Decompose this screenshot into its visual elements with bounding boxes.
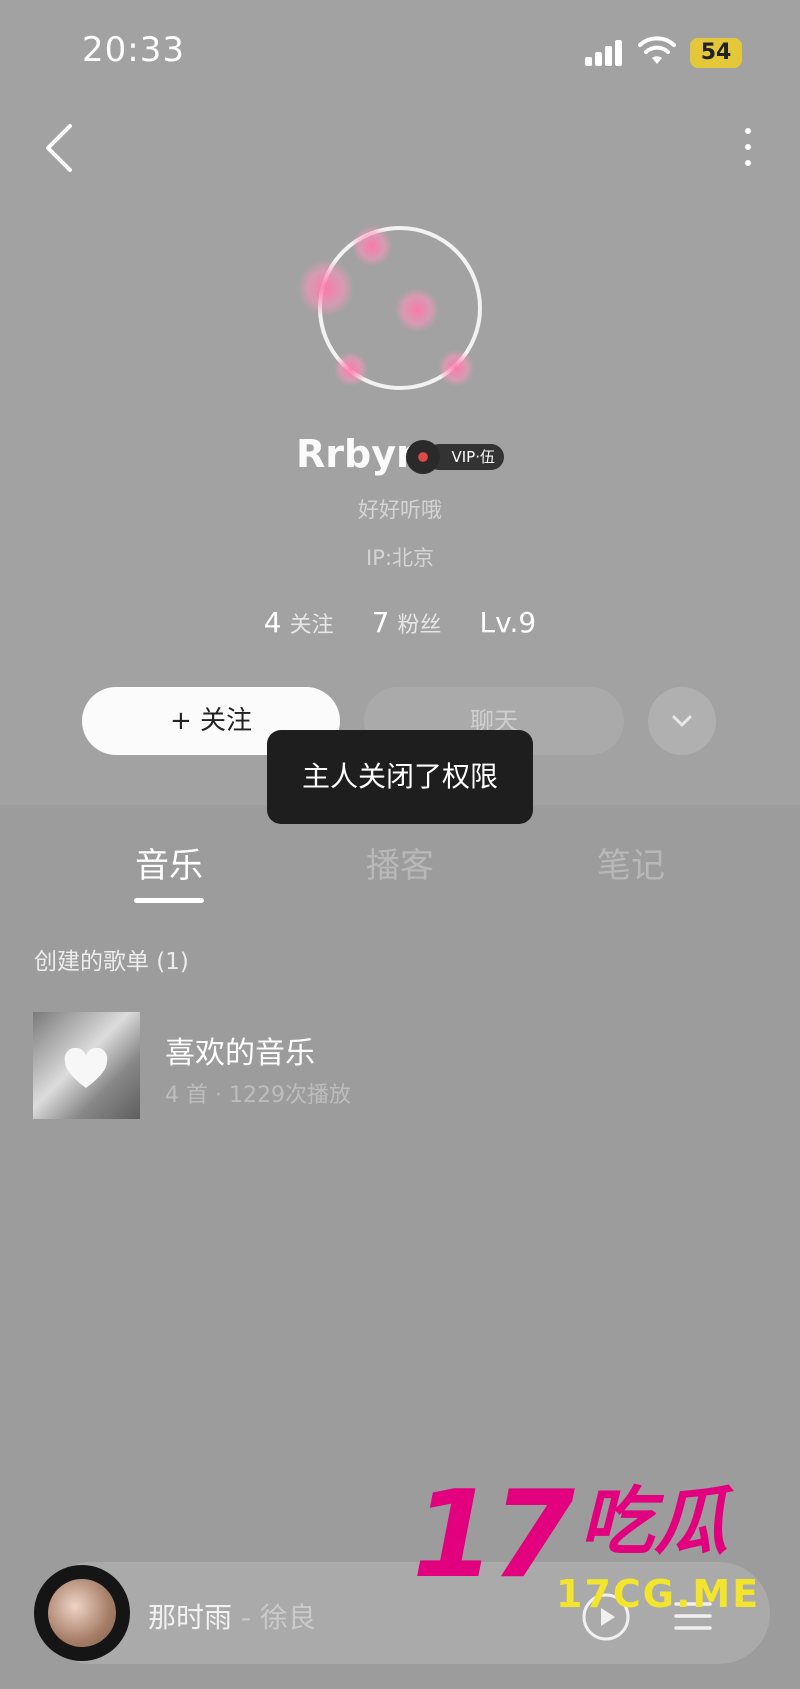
- signal-icon: [585, 40, 627, 66]
- tab-notes[interactable]: 笔记: [571, 838, 691, 887]
- ip-location: IP:北京: [366, 546, 434, 570]
- expand-button[interactable]: [648, 687, 716, 755]
- status-time: 20:33: [82, 30, 185, 70]
- heart-icon: [64, 1048, 108, 1088]
- following-label: 关注: [289, 613, 334, 638]
- heart-decoration: [298, 260, 354, 316]
- playlist-name[interactable]: 喜欢的音乐: [165, 1028, 315, 1072]
- song-artist: 徐良: [259, 1601, 316, 1634]
- song-title: 那时雨: [148, 1601, 233, 1634]
- heart-decoration: [352, 226, 392, 266]
- profile-stats: 4 关注 7 粉丝 Lv.9: [0, 606, 800, 639]
- followers-stat[interactable]: 7 粉丝: [372, 606, 442, 639]
- now-playing-artwork: [48, 1579, 116, 1647]
- following-count: 4: [263, 606, 282, 639]
- playlist-meta: 4 首 · 1229次播放: [165, 1083, 351, 1108]
- watermark-url: 17CG.ME: [556, 1572, 761, 1616]
- watermark-number: 17: [412, 1466, 575, 1605]
- song-separator: -: [232, 1601, 260, 1634]
- header-background: [0, 0, 800, 805]
- level-value: Lv.9: [479, 606, 537, 639]
- back-icon[interactable]: [42, 122, 78, 174]
- playlist-cover[interactable]: [33, 1012, 140, 1119]
- username: Rrbyr: [296, 432, 415, 476]
- heart-decoration: [334, 352, 368, 386]
- active-tab-indicator: [134, 898, 204, 903]
- profile-signature: 好好听哦: [358, 498, 442, 522]
- heart-decoration: [395, 288, 439, 332]
- chevron-down-icon: [672, 715, 692, 727]
- level-stat[interactable]: Lv.9: [479, 606, 536, 639]
- created-playlists-title: 创建的歌单 (1): [34, 949, 189, 975]
- followers-label: 粉丝: [397, 613, 442, 638]
- watermark-chars: 吃瓜: [580, 1479, 728, 1565]
- permission-toast: 主人关闭了权限: [267, 730, 533, 824]
- more-icon[interactable]: [738, 128, 758, 172]
- battery-icon: 54: [690, 38, 742, 68]
- following-stat[interactable]: 4 关注: [264, 606, 334, 639]
- wifi-icon: [638, 36, 676, 64]
- tab-podcast[interactable]: 播客: [340, 838, 460, 887]
- tab-music[interactable]: 音乐: [109, 838, 229, 887]
- heart-decoration: [438, 350, 474, 386]
- vinyl-icon: [406, 440, 440, 474]
- now-playing-text[interactable]: 那时雨 - 徐良: [148, 1596, 316, 1636]
- followers-count: 7: [371, 606, 390, 639]
